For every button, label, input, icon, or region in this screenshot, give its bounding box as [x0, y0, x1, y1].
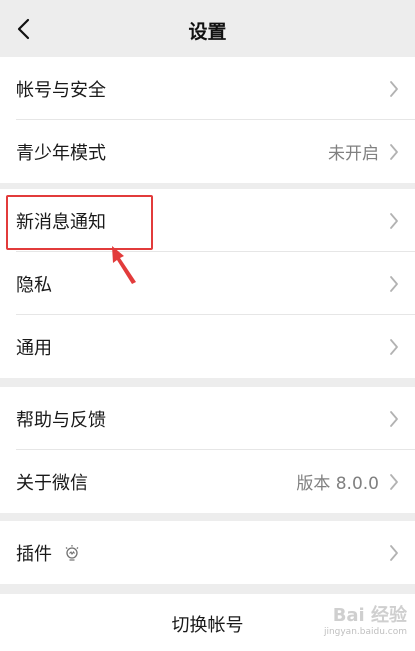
settings-item-help-feedback[interactable]: 帮助与反馈	[0, 387, 415, 450]
chevron-right-icon	[389, 211, 401, 231]
chevron-right-icon	[389, 337, 401, 357]
settings-item-new-message-notification[interactable]: 新消息通知	[0, 189, 415, 252]
settings-item-label: 插件	[16, 543, 52, 565]
settings-item-label: 帮助与反馈	[16, 409, 106, 431]
settings-item-label: 新消息通知	[16, 211, 106, 233]
chevron-right-icon	[389, 543, 401, 563]
settings-group-plugins: 插件	[0, 521, 415, 584]
settings-item-label: 关于微信	[16, 472, 88, 494]
watermark: Bai 经验 jingyan.baidu.com	[307, 601, 407, 645]
chevron-right-icon	[389, 472, 401, 492]
nav-bar: 设置	[0, 0, 415, 57]
annotation-arrow	[112, 246, 136, 284]
settings-item-label: 通用	[16, 337, 52, 359]
chevron-right-icon	[389, 79, 401, 99]
chevron-right-icon	[389, 274, 401, 294]
settings-group-general: 新消息通知 隐私 通用	[0, 189, 415, 378]
settings-group-account: 帐号与安全 青少年模式 未开启	[0, 57, 415, 183]
settings-item-label: 隐私	[16, 274, 52, 296]
version-text: 版本 8.0.0	[296, 474, 379, 494]
settings-item-privacy[interactable]: 隐私	[0, 252, 415, 315]
lightbulb-icon	[64, 544, 80, 562]
settings-group-about: 帮助与反馈 关于微信 版本 8.0.0	[0, 387, 415, 513]
teen-mode-status: 未开启	[328, 144, 379, 164]
settings-item-label: 帐号与安全	[16, 79, 106, 101]
settings-item-teen-mode[interactable]: 青少年模式 未开启	[0, 120, 415, 183]
settings-item-account-security[interactable]: 帐号与安全	[0, 57, 415, 120]
settings-item-plugins[interactable]: 插件	[0, 521, 415, 584]
settings-item-about-wechat[interactable]: 关于微信 版本 8.0.0	[0, 450, 415, 513]
chevron-right-icon	[389, 409, 401, 429]
chevron-right-icon	[389, 142, 401, 162]
settings-item-label: 青少年模式	[16, 142, 106, 164]
page-title: 设置	[188, 21, 227, 43]
settings-item-general[interactable]: 通用	[0, 315, 415, 378]
watermark-url: jingyan.baidu.com	[323, 627, 407, 637]
watermark-logo: Bai 经验	[332, 605, 407, 626]
